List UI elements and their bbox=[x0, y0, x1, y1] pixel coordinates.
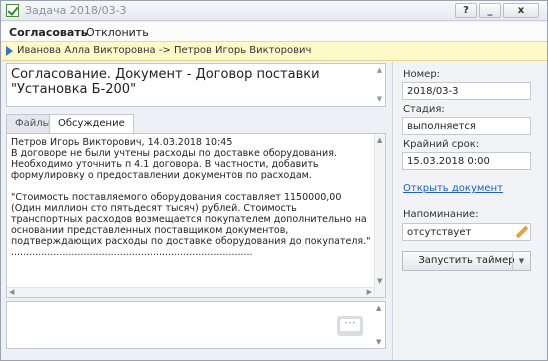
scroll-up-icon[interactable]: ▲ bbox=[376, 304, 381, 312]
dropdown-arrow-icon[interactable]: ▼ bbox=[512, 252, 530, 270]
route-bar: Иванова Алла Викторовна -> Петров Игорь … bbox=[2, 42, 547, 61]
minimize-button[interactable]: _ bbox=[479, 3, 501, 18]
reminder-field[interactable]: отсутствует bbox=[402, 223, 531, 241]
open-document-link[interactable]: Открыть документ bbox=[403, 183, 503, 194]
subject-text: Согласование. Документ - Договор поставк… bbox=[11, 67, 320, 97]
reminder-value: отсутствует bbox=[407, 227, 472, 238]
start-timer-button[interactable]: Запустить таймер ▼ bbox=[402, 251, 531, 271]
number-label: Номер: bbox=[403, 69, 441, 80]
stage-field[interactable]: выполняется bbox=[402, 117, 531, 135]
subject-box[interactable]: Согласование. Документ - Договор поставк… bbox=[6, 63, 386, 107]
message-author: Петров Игорь Викторович, 14.03.2018 10:4… bbox=[11, 137, 233, 148]
details-panel: Номер: 2018/03-3 Стадия: выполняется Кра… bbox=[392, 62, 544, 360]
reject-button[interactable]: Отклонить bbox=[86, 26, 149, 39]
help-button[interactable]: ? bbox=[455, 3, 477, 18]
horizontal-scrollbar[interactable]: ◀ ▶ bbox=[7, 287, 374, 297]
scroll-down-icon[interactable]: ▼ bbox=[375, 95, 384, 104]
vertical-scrollbar[interactable]: ▲ ▼ bbox=[374, 134, 385, 297]
task-window: Задача 2018/03-3 ? _ x Согласовать Откло… bbox=[0, 0, 548, 361]
app-check-icon bbox=[6, 4, 19, 17]
discussion-panel: Петров Игорь Викторович, 14.03.2018 10:4… bbox=[6, 133, 386, 298]
main-area: Согласование. Документ - Договор поставк… bbox=[1, 62, 547, 360]
window-title: Задача 2018/03-3 bbox=[25, 4, 127, 17]
message-paragraph: В договоре не были учтены расходы по дос… bbox=[11, 148, 337, 181]
message-quote: "Стоимость поставляемого оборудования со… bbox=[11, 192, 371, 247]
title-bar: Задача 2018/03-3 ? _ x bbox=[1, 1, 547, 21]
send-message-icon[interactable] bbox=[337, 316, 363, 336]
message-separator: ........................................… bbox=[11, 247, 253, 258]
pencil-icon[interactable] bbox=[515, 226, 527, 238]
scroll-down-icon[interactable]: ▼ bbox=[377, 277, 382, 285]
deadline-label: Крайний срок: bbox=[403, 139, 480, 150]
start-timer-label: Запустить таймер bbox=[418, 255, 515, 266]
deadline-field[interactable]: 15.03.2018 0:00 bbox=[402, 152, 531, 170]
scroll-up-icon[interactable]: ▲ bbox=[375, 66, 384, 75]
approve-button[interactable]: Согласовать bbox=[9, 26, 88, 39]
scroll-down-icon[interactable]: ▼ bbox=[376, 338, 381, 346]
toolbar: Согласовать Отклонить bbox=[1, 22, 547, 42]
close-button[interactable]: x bbox=[503, 3, 539, 18]
number-field[interactable]: 2018/03-3 bbox=[402, 82, 531, 100]
route-text: Иванова Алла Викторовна -> Петров Игорь … bbox=[17, 45, 312, 56]
scroll-left-icon[interactable]: ◀ bbox=[9, 288, 14, 296]
scroll-up-icon[interactable]: ▲ bbox=[377, 136, 382, 144]
flow-arrow-icon bbox=[6, 46, 13, 56]
reply-scrollbar[interactable]: ▲ ▼ bbox=[374, 302, 385, 348]
tab-discussion[interactable]: Обсуждение bbox=[49, 114, 134, 134]
scroll-right-icon[interactable]: ▶ bbox=[367, 288, 372, 296]
stage-label: Стадия: bbox=[403, 104, 445, 115]
reply-input[interactable]: ▲ ▼ bbox=[6, 301, 386, 349]
discussion-content: Петров Игорь Викторович, 14.03.2018 10:4… bbox=[11, 137, 371, 269]
reminder-label: Напоминание: bbox=[403, 209, 479, 220]
